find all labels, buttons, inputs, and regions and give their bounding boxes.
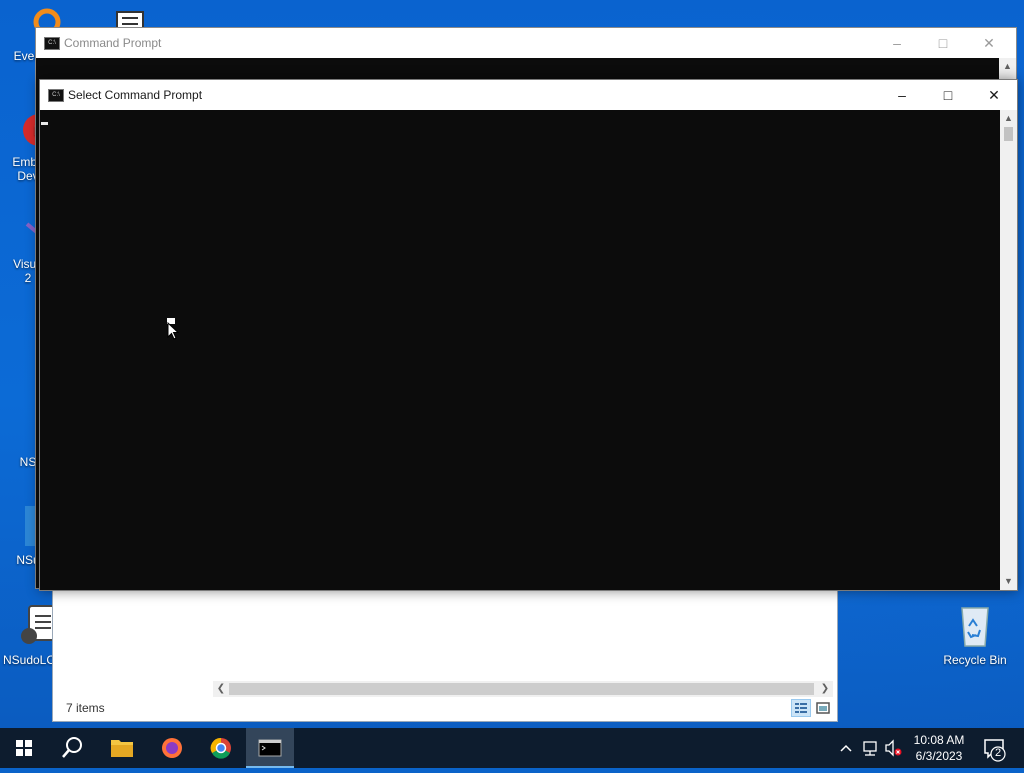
large-icons-view-icon	[816, 702, 830, 714]
text-cursor	[41, 122, 48, 125]
title-bar[interactable]: C:\ Select Command Prompt – □ ✕	[40, 80, 1017, 110]
chevron-up-icon[interactable]	[840, 744, 852, 752]
scroll-up-icon[interactable]: ▲	[1000, 110, 1017, 127]
console-output-area[interactable]	[40, 110, 1000, 590]
taskbar-command-prompt[interactable]	[246, 728, 294, 768]
scrollbar-thumb[interactable]	[1004, 127, 1013, 141]
system-tray	[836, 728, 904, 768]
minimize-button[interactable]: –	[874, 28, 920, 58]
recycle-bin-icon	[961, 607, 989, 647]
action-center-button[interactable]: 2	[978, 728, 1018, 768]
command-prompt-icon: C:\	[44, 37, 60, 50]
clock-time: 10:08 AM	[913, 733, 965, 747]
file-explorer-window[interactable]: ❮ ❯ 7 items	[52, 580, 838, 722]
mouse-pointer-icon	[167, 318, 180, 340]
chrome-icon	[210, 737, 231, 759]
file-explorer-icon	[111, 740, 133, 757]
volume-muted-icon[interactable]	[885, 739, 902, 757]
scroll-down-icon[interactable]: ▼	[1000, 573, 1017, 590]
system-clock[interactable]: 10:08 AM 6/3/2023	[904, 732, 974, 764]
command-prompt-window-front[interactable]: C:\ Select Command Prompt – □ ✕ ▲ ▼	[39, 79, 1018, 591]
close-button[interactable]: ✕	[971, 80, 1017, 110]
large-icons-view-button[interactable]	[813, 699, 833, 717]
title-bar[interactable]: C:\ Command Prompt – □ ✕	[36, 28, 1016, 58]
search-button[interactable]	[48, 728, 96, 768]
command-prompt-icon	[258, 739, 282, 757]
search-icon	[62, 737, 82, 758]
scroll-left-icon[interactable]: ❮	[213, 681, 229, 697]
scroll-right-icon[interactable]: ❯	[817, 681, 833, 697]
close-button[interactable]: ✕	[966, 28, 1012, 58]
item-count-status: 7 items	[66, 701, 105, 715]
firefox-icon	[162, 738, 182, 758]
start-button[interactable]	[0, 728, 48, 768]
scroll-up-icon[interactable]: ▲	[999, 58, 1016, 75]
maximize-button[interactable]: □	[925, 80, 971, 110]
tray-icons	[840, 739, 902, 757]
taskbar-chrome[interactable]	[197, 728, 245, 768]
maximize-button[interactable]: □	[920, 28, 966, 58]
taskbar-firefox[interactable]	[148, 728, 196, 768]
network-icon[interactable]	[863, 741, 877, 756]
window-title: Command Prompt	[64, 36, 162, 50]
window-title: Select Command Prompt	[68, 88, 203, 102]
taskbar-file-explorer[interactable]	[98, 728, 146, 768]
desktop-icon-label: Recycle Bin	[943, 653, 1007, 667]
desktop-icon-recycle-bin[interactable]: Recycle Bin	[940, 600, 1010, 667]
command-prompt-icon: C:\	[48, 89, 64, 102]
clock-date: 6/3/2023	[915, 749, 963, 763]
scrollbar-thumb[interactable]	[229, 683, 814, 695]
taskbar: 10:08 AM 6/3/2023 2	[0, 728, 1024, 768]
vertical-scrollbar[interactable]: ▲ ▼	[1000, 110, 1017, 590]
minimize-button[interactable]: –	[879, 80, 925, 110]
details-view-icon	[795, 703, 807, 713]
horizontal-scrollbar[interactable]: ❮ ❯	[213, 681, 833, 697]
windows-start-icon	[16, 740, 32, 756]
notification-count-badge: 2	[994, 747, 1002, 759]
details-view-button[interactable]	[791, 699, 811, 717]
